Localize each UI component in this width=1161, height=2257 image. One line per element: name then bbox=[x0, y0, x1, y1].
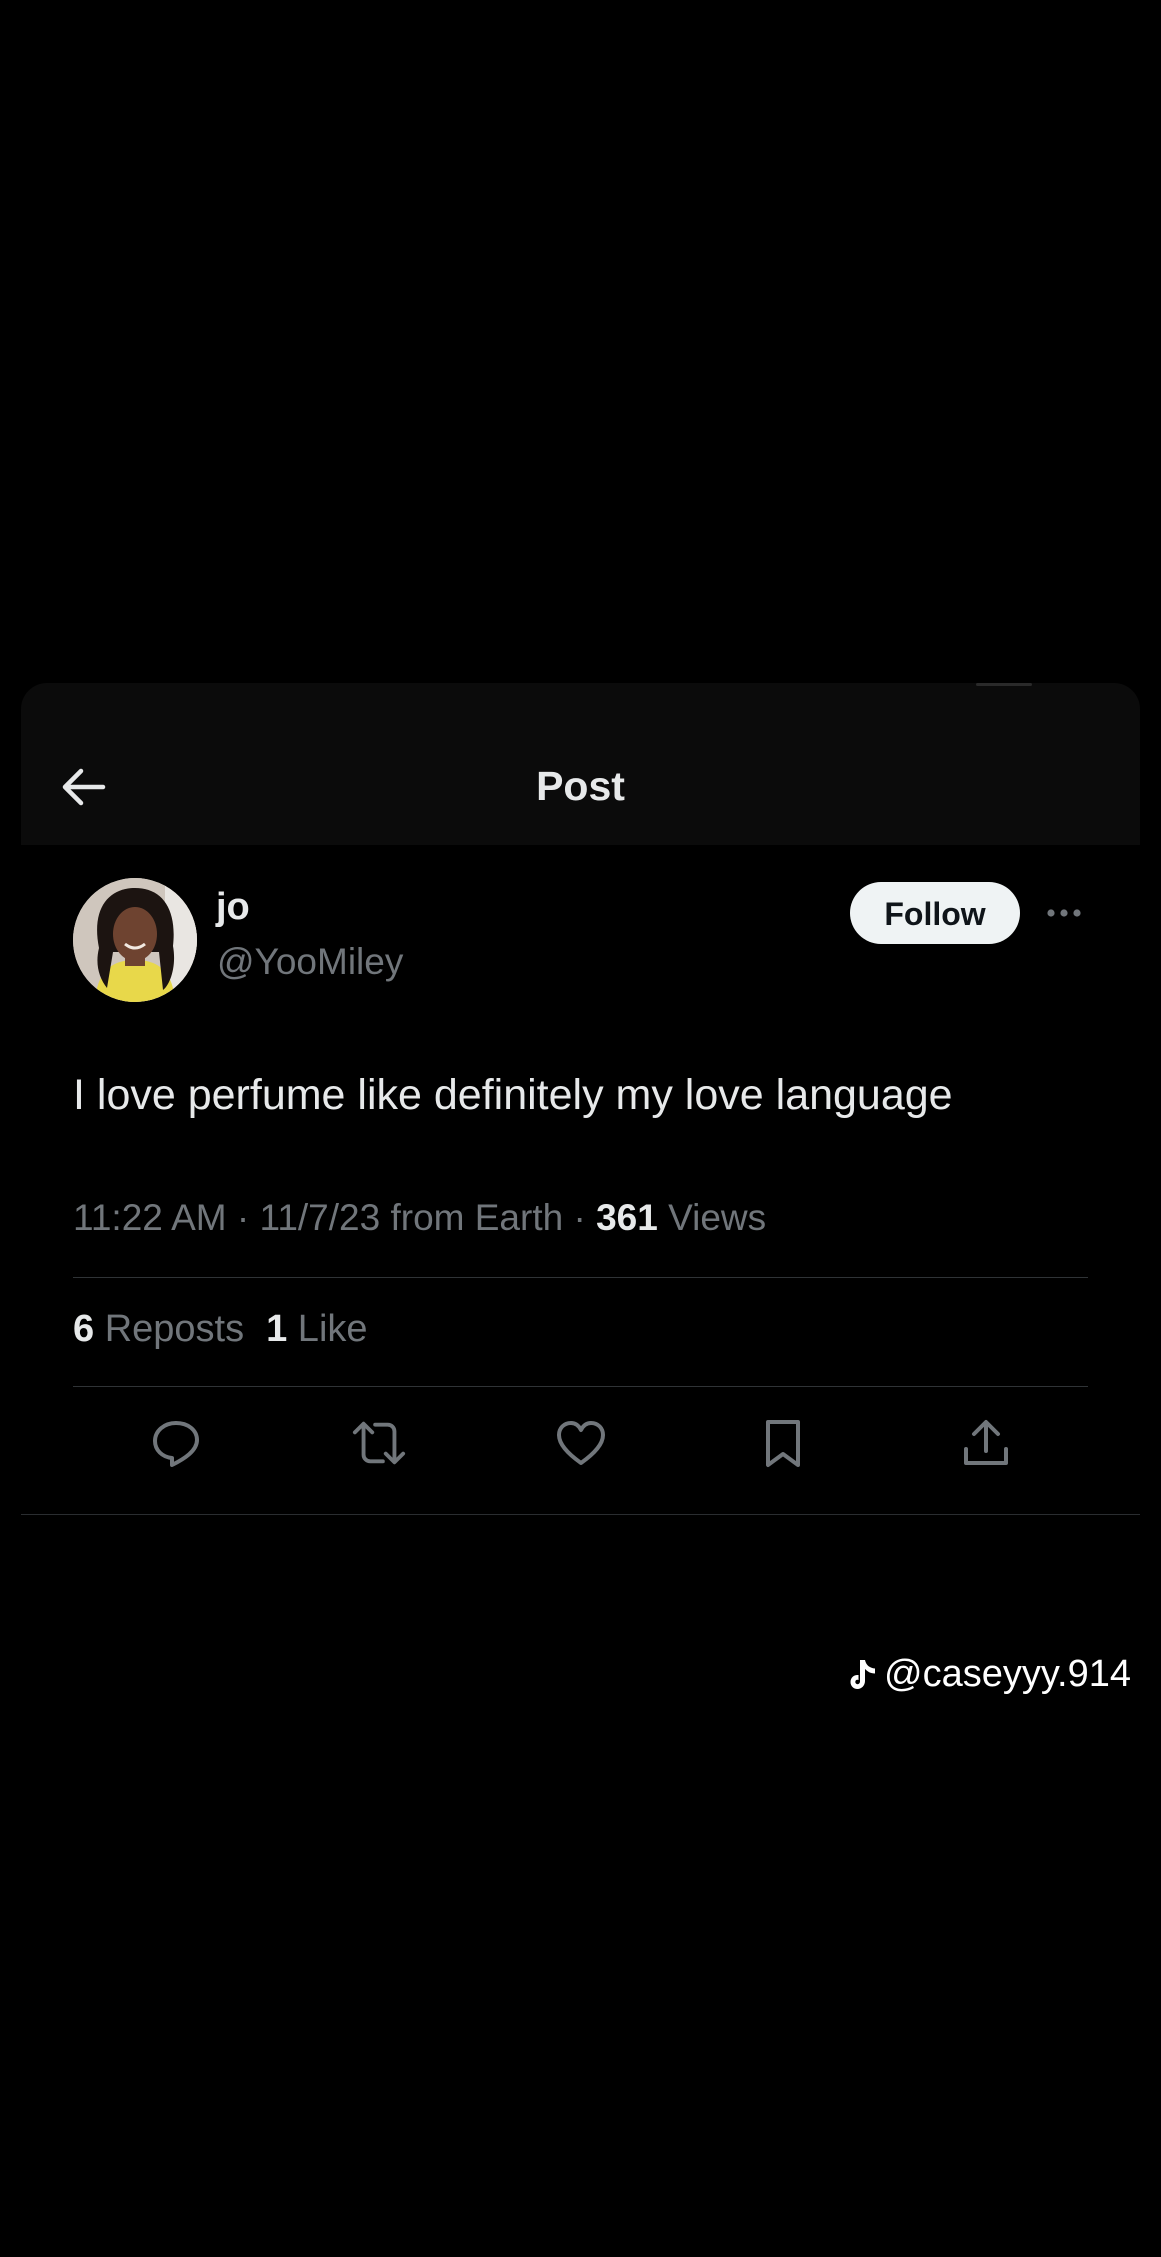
tweet-text: I love perfume like definitely my love l… bbox=[73, 1071, 953, 1119]
ellipsis-icon[interactable] bbox=[1044, 901, 1084, 925]
meta-separator: · bbox=[563, 1197, 597, 1238]
post-header: Post bbox=[21, 683, 1140, 845]
meta-separator: · bbox=[226, 1197, 260, 1238]
share-icon bbox=[964, 1420, 1008, 1465]
follow-button[interactable]: Follow bbox=[850, 882, 1020, 944]
views-count[interactable]: 361 bbox=[596, 1197, 658, 1238]
repost-icon bbox=[352, 1421, 406, 1465]
reposts-stat[interactable]: 6 Reposts bbox=[73, 1308, 244, 1350]
like-button[interactable] bbox=[553, 1415, 609, 1471]
author-display-name[interactable]: jo bbox=[216, 886, 250, 929]
watermark-handle: @caseyyy.914 bbox=[884, 1653, 1131, 1695]
page-title: Post bbox=[536, 763, 625, 809]
divider bbox=[73, 1277, 1088, 1278]
repost-button[interactable] bbox=[351, 1415, 407, 1471]
divider bbox=[21, 1514, 1140, 1515]
reposts-label: Reposts bbox=[94, 1308, 245, 1350]
bookmark-icon bbox=[766, 1420, 800, 1467]
tiktok-icon bbox=[850, 1659, 875, 1689]
engagement-stats: 6 Reposts 1 Like bbox=[73, 1308, 368, 1351]
tweet-meta: 11:22 AM · 11/7/23 from Earth · 361 View… bbox=[73, 1197, 766, 1239]
likes-count: 1 bbox=[266, 1308, 288, 1350]
share-button[interactable] bbox=[958, 1415, 1014, 1471]
tweet-source: from Earth bbox=[380, 1197, 564, 1238]
views-label: Views bbox=[657, 1197, 767, 1238]
reposts-count: 6 bbox=[73, 1308, 95, 1350]
tweet-time[interactable]: 11:22 AM bbox=[73, 1197, 227, 1238]
page: Post jo @YooMiley Follow I love perfume … bbox=[0, 0, 1161, 2257]
tweet-date[interactable]: 11/7/23 bbox=[259, 1197, 380, 1238]
likes-stat[interactable]: 1 Like bbox=[266, 1308, 367, 1350]
sheet-handle bbox=[976, 683, 1032, 686]
like-icon bbox=[557, 1421, 605, 1465]
action-bar bbox=[21, 1415, 1140, 1471]
avatar[interactable] bbox=[73, 878, 197, 1002]
reply-button[interactable] bbox=[148, 1415, 204, 1471]
author-handle[interactable]: @YooMiley bbox=[217, 941, 403, 983]
watermark: @caseyyy.914 bbox=[848, 1653, 1131, 1696]
reply-icon bbox=[153, 1421, 199, 1467]
post-panel: Post jo @YooMiley Follow I love perfume … bbox=[21, 683, 1140, 1515]
divider bbox=[73, 1386, 1088, 1387]
bookmark-button[interactable] bbox=[755, 1415, 811, 1471]
likes-label: Like bbox=[287, 1308, 368, 1350]
